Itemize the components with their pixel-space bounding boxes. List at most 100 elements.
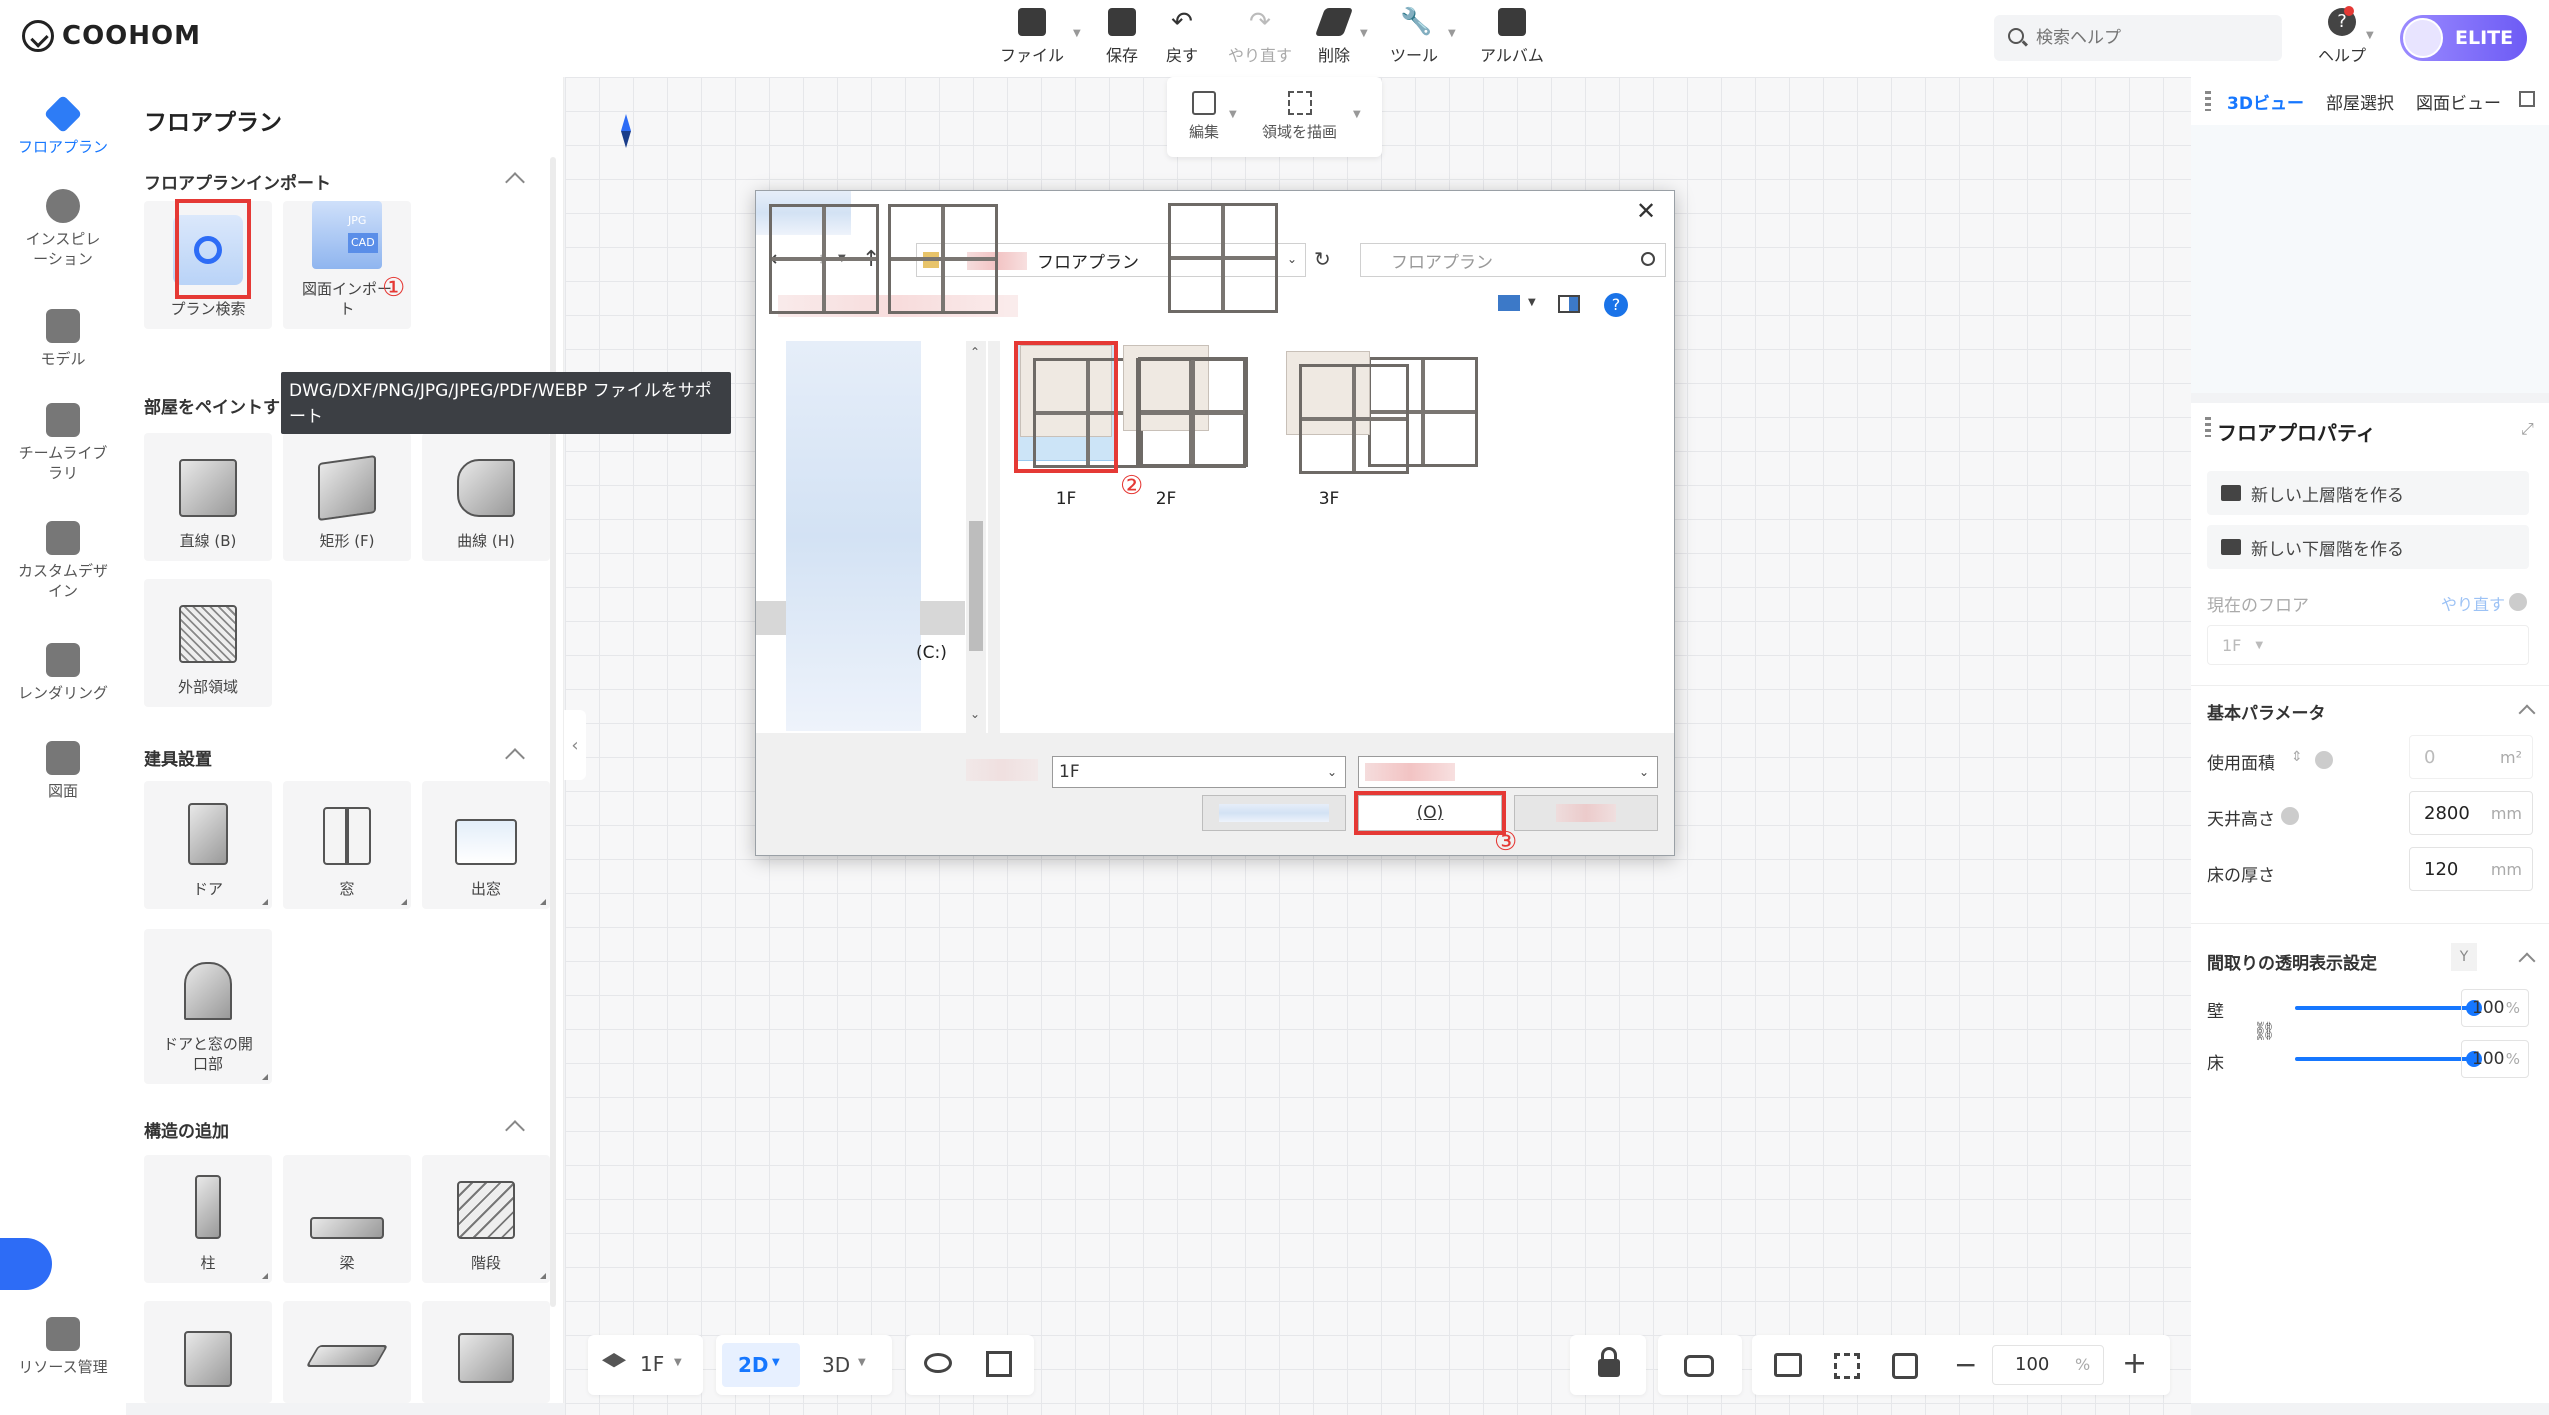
drawing-import-tile[interactable]: JPG CAD 図面インポート: [283, 201, 411, 329]
edit-button[interactable]: 編集: [1189, 91, 1219, 142]
tab-3d-view[interactable]: 3Dビュー: [2227, 89, 2304, 114]
outer-area-tile[interactable]: 外部領域: [144, 579, 272, 707]
scroll-up-icon[interactable]: ⌃: [970, 345, 980, 359]
zoom-out-icon[interactable]: −: [1954, 1351, 1977, 1379]
help-button[interactable]: ? ヘルプ: [2318, 8, 2366, 66]
tab-room-select[interactable]: 部屋選択: [2326, 89, 2394, 114]
drag-handle-icon[interactable]: [2205, 417, 2211, 437]
collapse-basic-icon[interactable]: [2518, 704, 2536, 722]
draw-area-caret-icon[interactable]: ▼: [1353, 109, 1361, 120]
chat-icon[interactable]: [0, 1238, 52, 1290]
new-upper-floor-button[interactable]: 新しい上層階を作る: [2207, 471, 2529, 515]
box-structure-tile[interactable]: [144, 1301, 272, 1403]
beam-tile[interactable]: 梁: [283, 1155, 411, 1283]
cube-icon[interactable]: [986, 1351, 1012, 1377]
tab-drawing-view[interactable]: 図面ビュー: [2416, 89, 2501, 114]
expand-icon[interactable]: ⤢: [2521, 419, 2534, 439]
bay-window-tile[interactable]: 出窓: [422, 781, 550, 909]
zoom-input[interactable]: 100 %: [1992, 1345, 2104, 1385]
popout-icon[interactable]: [2519, 91, 2535, 107]
panel-scrollbar[interactable]: [550, 157, 556, 1307]
splitter[interactable]: [988, 341, 1000, 733]
file-button[interactable]: ファイル: [1000, 8, 1064, 66]
file-label-3f[interactable]: 3F: [1264, 489, 1394, 509]
undo-button[interactable]: ↶ 戻す: [1166, 8, 1198, 66]
fit-view-icon[interactable]: [1774, 1353, 1802, 1377]
stairs-tile[interactable]: 階段: [422, 1155, 550, 1283]
delete-button[interactable]: 削除: [1314, 8, 1354, 66]
help-caret-icon[interactable]: ▼: [2366, 30, 2374, 41]
rail-item-floorplan[interactable]: フロアプラン: [0, 94, 126, 157]
extra-button[interactable]: [1202, 795, 1346, 831]
close-icon[interactable]: ✕: [1636, 197, 1656, 225]
paint-rect-tile[interactable]: 矩形 (F): [283, 433, 411, 561]
lock-button[interactable]: [1570, 1335, 1646, 1395]
help-search-box[interactable]: [1994, 15, 2282, 61]
collapse-fixtures-icon[interactable]: [505, 748, 525, 768]
save-button[interactable]: 保存: [1106, 8, 1138, 66]
rail-item-rendering[interactable]: レンダリング: [0, 643, 126, 703]
rail-item-custom-design[interactable]: カスタムデザ イン: [0, 521, 126, 601]
wall-transparency-slider[interactable]: [2295, 1000, 2482, 1016]
scroll-down-icon[interactable]: ⌄: [970, 707, 980, 721]
floorplan-3f-thumbnail[interactable]: [1286, 351, 1409, 474]
scroll-thumb[interactable]: [969, 521, 983, 651]
album-button[interactable]: アルバム: [1480, 8, 1544, 66]
wall-transparency-input[interactable]: 100 %: [2461, 989, 2529, 1027]
chevron-down-icon[interactable]: ⌄: [1287, 252, 1297, 266]
column-tile[interactable]: 柱: [144, 1155, 272, 1283]
zoom-in-icon[interactable]: +: [2122, 1349, 2147, 1379]
user-badge[interactable]: ELITE: [2400, 15, 2527, 61]
tools-button[interactable]: 🔧 ツール: [1390, 8, 1438, 66]
rail-item-resource[interactable]: リソース管理: [0, 1317, 126, 1377]
file-caret-icon[interactable]: ▼: [1073, 28, 1081, 39]
mode-2d-button[interactable]: 2D ▼: [722, 1343, 800, 1387]
link-icon[interactable]: ⛓: [2253, 1021, 2276, 1042]
edit-caret-icon[interactable]: ▼: [1229, 109, 1237, 120]
floor-switcher[interactable]: 1F ▼: [588, 1335, 703, 1395]
chevron-down-icon[interactable]: ▼: [1528, 297, 1536, 308]
focus-icon[interactable]: [1834, 1353, 1860, 1379]
ceiling-height-input[interactable]: 2800 mm: [2409, 791, 2533, 835]
opening-tile[interactable]: ドアと窓の開 口部: [144, 929, 272, 1084]
preview-pane-icon[interactable]: [1558, 295, 1580, 313]
rail-item-model[interactable]: モデル: [0, 309, 126, 369]
floor-transparency-slider[interactable]: [2295, 1051, 2482, 1067]
nav-scrollbar[interactable]: ⌃ ⌄: [966, 341, 986, 733]
rail-item-team-library[interactable]: チームライブ ラリ: [0, 403, 126, 483]
tools-caret-icon[interactable]: ▼: [1448, 28, 1456, 39]
toggle-button[interactable]: [1658, 1335, 1742, 1395]
floor-transparency-input[interactable]: 100 %: [2461, 1040, 2529, 1078]
new-lower-floor-button[interactable]: 新しい下層階を作る: [2207, 525, 2529, 569]
cancel-button[interactable]: [1514, 795, 1658, 831]
delete-caret-icon[interactable]: ▼: [1360, 28, 1368, 39]
current-floor-select[interactable]: 1F ▼: [2207, 625, 2529, 665]
redo-link[interactable]: やり直す: [2441, 591, 2505, 615]
slab-structure-tile[interactable]: [283, 1301, 411, 1403]
paint-curve-tile[interactable]: 曲線 (H): [422, 433, 550, 561]
filename-input[interactable]: 1F ⌄: [1052, 756, 1346, 788]
collapse-transparency-icon[interactable]: [2518, 952, 2536, 970]
rail-item-inspiration[interactable]: インスピレ ーション: [0, 189, 126, 269]
drive-label[interactable]: (C:): [916, 643, 947, 663]
drag-handle-icon[interactable]: [2205, 91, 2211, 111]
door-tile[interactable]: ドア: [144, 781, 272, 909]
eye-icon[interactable]: [924, 1353, 952, 1373]
help-search-input[interactable]: [2036, 23, 2266, 53]
zoom-area-icon[interactable]: [1892, 1353, 1918, 1379]
dialog-search-box[interactable]: フロアプラン: [1360, 243, 1666, 277]
filetype-select[interactable]: ⌄: [1358, 756, 1658, 788]
collapse-panel-handle[interactable]: ‹: [564, 710, 586, 780]
mode-3d-button[interactable]: 3D ▼: [808, 1343, 886, 1387]
niche-structure-tile[interactable]: [422, 1301, 550, 1403]
help-icon[interactable]: ?: [1604, 293, 1628, 317]
refresh-icon[interactable]: ↻: [1314, 247, 1331, 271]
redo-button[interactable]: ↷ やり直す: [1228, 8, 1292, 66]
paint-line-tile[interactable]: 直線 (B): [144, 433, 272, 561]
window-tile[interactable]: 窓: [283, 781, 411, 909]
rail-item-drawing[interactable]: 図面: [0, 741, 126, 801]
collapse-structure-icon[interactable]: [505, 1120, 525, 1140]
view-options-icon[interactable]: [1498, 295, 1520, 311]
floor-thickness-input[interactable]: 120 mm: [2409, 847, 2533, 891]
collapse-import-icon[interactable]: [505, 172, 525, 192]
